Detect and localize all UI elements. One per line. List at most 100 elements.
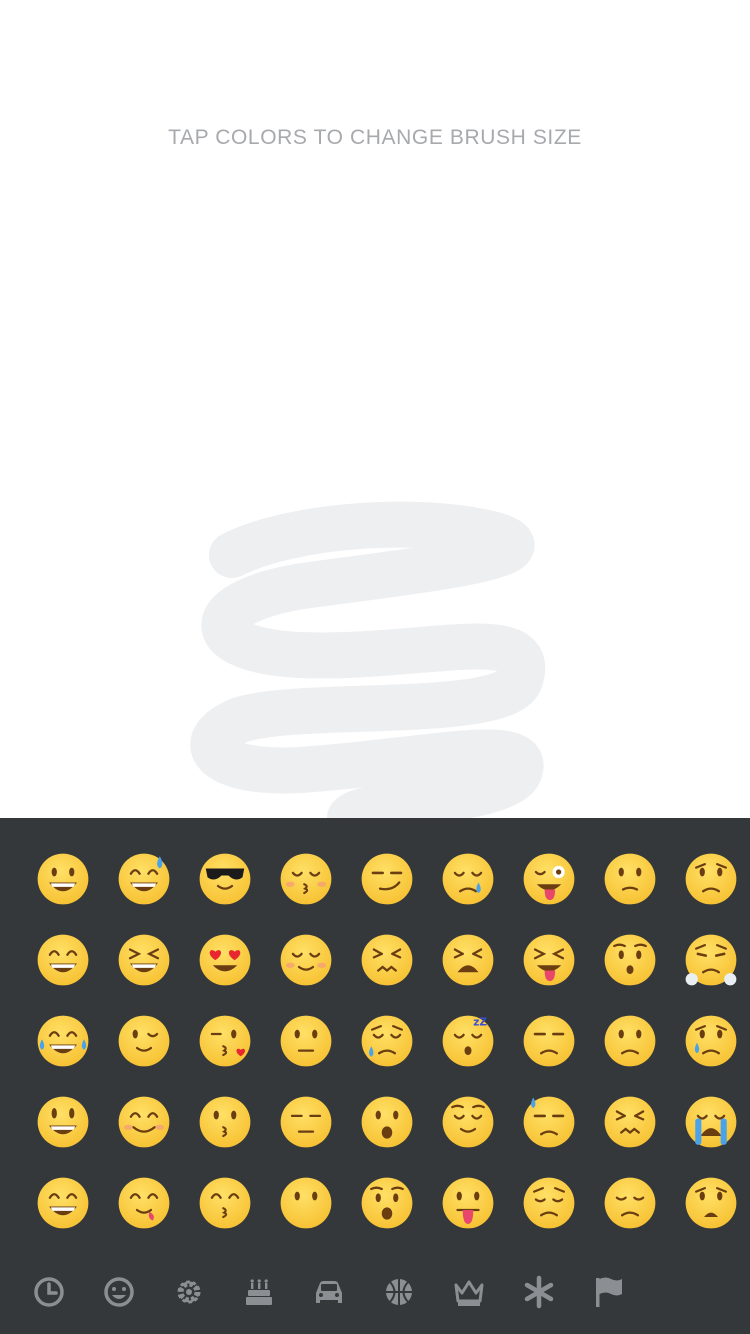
emoji-unamused[interactable] bbox=[508, 1000, 589, 1081]
emoji-sleeping[interactable]: zZ bbox=[427, 1000, 508, 1081]
emoji-neutral-face[interactable] bbox=[265, 1000, 346, 1081]
yum-icon bbox=[118, 1177, 169, 1228]
laughing-icon bbox=[118, 934, 169, 985]
emoji-category-bar bbox=[14, 1272, 644, 1312]
travel-car-icon bbox=[316, 1281, 342, 1303]
kissing-smiling-eyes-icon bbox=[199, 1177, 250, 1228]
astonished-icon bbox=[361, 1177, 412, 1228]
disappointed-icon bbox=[604, 1177, 655, 1228]
hushed-icon bbox=[604, 934, 655, 985]
relieved-icon bbox=[442, 1096, 493, 1147]
emoji-smiley[interactable] bbox=[22, 1081, 103, 1162]
emoji-disappointed[interactable] bbox=[589, 1162, 670, 1243]
emoji-disappointed-relieved[interactable] bbox=[346, 1000, 427, 1081]
brush-stroke bbox=[190, 501, 546, 818]
drawing-canvas[interactable]: TAP COLORS TO CHANGE BRUSH SIZE bbox=[0, 0, 750, 818]
anguished-icon bbox=[685, 1177, 736, 1228]
emoji-frowning[interactable] bbox=[589, 1000, 670, 1081]
emoji-grin[interactable] bbox=[22, 919, 103, 1000]
expressionless-icon bbox=[280, 1096, 331, 1147]
scribble-path bbox=[190, 501, 546, 818]
stuck-out-tongue-icon bbox=[442, 1177, 493, 1228]
symbols-asterisk-icon bbox=[524, 1275, 554, 1309]
emoji-confounded[interactable] bbox=[346, 919, 427, 1000]
emoji-grinning[interactable] bbox=[22, 838, 103, 919]
category-tab-food-cake[interactable] bbox=[224, 1272, 294, 1312]
emoji-sob[interactable] bbox=[670, 1081, 750, 1162]
sweat-smile-icon bbox=[118, 853, 169, 904]
grinning-icon bbox=[37, 853, 88, 904]
emoji-hushed[interactable] bbox=[589, 919, 670, 1000]
emoji-sweat[interactable] bbox=[508, 1081, 589, 1162]
cry-icon bbox=[685, 1015, 736, 1066]
emoji-expressionless[interactable] bbox=[265, 1081, 346, 1162]
emoji-yum[interactable] bbox=[103, 1162, 184, 1243]
emoji-no-mouth[interactable] bbox=[265, 1162, 346, 1243]
kissing-closed-eyes-icon bbox=[280, 853, 331, 904]
smile-icon bbox=[37, 1177, 88, 1228]
emoji-kissing-closed-eyes[interactable] bbox=[265, 838, 346, 919]
category-tab-smileys[interactable] bbox=[84, 1272, 154, 1312]
emoji-persevere[interactable] bbox=[589, 1081, 670, 1162]
emoji-astonished[interactable] bbox=[346, 1162, 427, 1243]
emoji-anguished[interactable] bbox=[670, 1162, 750, 1243]
worried-icon bbox=[685, 853, 736, 904]
emoji-cry[interactable] bbox=[670, 1000, 750, 1081]
emoji-open-mouth[interactable] bbox=[346, 1081, 427, 1162]
emoji-blush[interactable] bbox=[103, 1081, 184, 1162]
emoji-joy[interactable] bbox=[22, 1000, 103, 1081]
emoji-smirk[interactable] bbox=[346, 838, 427, 919]
confused-icon bbox=[604, 853, 655, 904]
tired-face-icon bbox=[442, 934, 493, 985]
emoji-relaxed[interactable] bbox=[265, 919, 346, 1000]
emoji-sleepy[interactable] bbox=[427, 838, 508, 919]
no-mouth-icon bbox=[280, 1177, 331, 1228]
grin-icon bbox=[37, 934, 88, 985]
emoji-kissing[interactable] bbox=[184, 1081, 265, 1162]
smirk-icon bbox=[361, 853, 412, 904]
stuck-out-tongue-closed-eyes-icon bbox=[523, 934, 574, 985]
category-tab-objects-crown[interactable] bbox=[434, 1272, 504, 1312]
activity-ball-icon bbox=[386, 1279, 412, 1305]
triumph-icon bbox=[685, 934, 736, 985]
emoji-stuck-out-tongue-winking-eye[interactable] bbox=[508, 838, 589, 919]
emoji-tired-face[interactable] bbox=[427, 919, 508, 1000]
emoji-smile[interactable] bbox=[22, 1162, 103, 1243]
nature-gear-icon bbox=[177, 1280, 201, 1304]
persevere-icon bbox=[604, 1096, 655, 1147]
category-tab-nature-gear[interactable] bbox=[154, 1272, 224, 1312]
category-tab-travel-car[interactable] bbox=[294, 1272, 364, 1312]
category-tab-recent-clock[interactable] bbox=[14, 1272, 84, 1312]
emoji-sweat-smile[interactable] bbox=[103, 838, 184, 919]
sweat-icon bbox=[523, 1096, 574, 1147]
disappointed-relieved-icon bbox=[361, 1015, 412, 1066]
emoji-laughing[interactable] bbox=[103, 919, 184, 1000]
category-tab-flags[interactable] bbox=[574, 1272, 644, 1312]
neutral-face-icon bbox=[280, 1015, 331, 1066]
kissing-heart-icon bbox=[199, 1015, 250, 1066]
stuck-out-tongue-winking-eye-icon bbox=[523, 853, 574, 904]
emoji-sunglasses[interactable] bbox=[184, 838, 265, 919]
emoji-pensive[interactable] bbox=[508, 1162, 589, 1243]
pensive-icon bbox=[523, 1177, 574, 1228]
emoji-heart-eyes[interactable] bbox=[184, 919, 265, 1000]
sleepy-icon bbox=[442, 853, 493, 904]
smiley-icon bbox=[37, 1096, 88, 1147]
open-mouth-icon bbox=[361, 1096, 412, 1147]
frowning-icon bbox=[604, 1015, 655, 1066]
emoji-worried[interactable] bbox=[670, 838, 750, 919]
emoji-relieved[interactable] bbox=[427, 1081, 508, 1162]
category-tab-symbols-asterisk[interactable] bbox=[504, 1272, 574, 1312]
emoji-stuck-out-tongue[interactable] bbox=[427, 1162, 508, 1243]
emoji-stuck-out-tongue-closed-eyes[interactable] bbox=[508, 919, 589, 1000]
emoji-wink[interactable] bbox=[103, 1000, 184, 1081]
emoji-confused[interactable] bbox=[589, 838, 670, 919]
objects-crown-icon bbox=[454, 1280, 484, 1306]
emoji-kissing-smiling-eyes[interactable] bbox=[184, 1162, 265, 1243]
emoji-triumph[interactable] bbox=[670, 919, 750, 1000]
emoji-kissing-heart[interactable] bbox=[184, 1000, 265, 1081]
confounded-icon bbox=[361, 934, 412, 985]
sleeping-icon: zZ bbox=[442, 1015, 493, 1066]
sob-icon bbox=[685, 1096, 736, 1147]
category-tab-activity-ball[interactable] bbox=[364, 1272, 434, 1312]
